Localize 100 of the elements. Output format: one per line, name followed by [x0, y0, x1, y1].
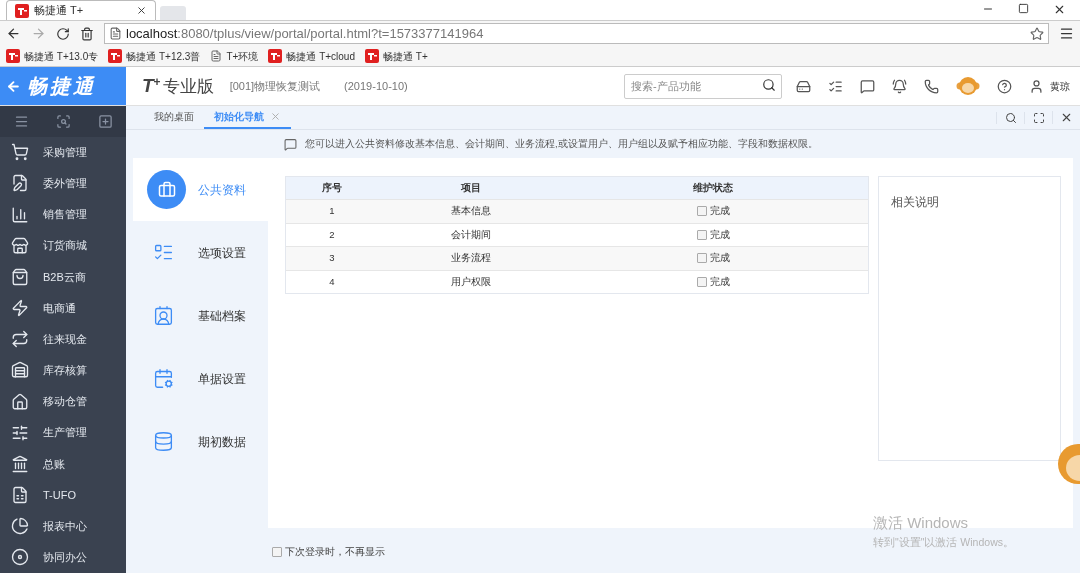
- sidebar-item[interactable]: B2B云商: [0, 261, 126, 293]
- sidebar-item[interactable]: 电商通: [0, 292, 126, 324]
- search-field[interactable]: 搜索-产品功能: [624, 73, 782, 99]
- table-cell-text: 1: [328, 204, 336, 219]
- module-icon: [11, 236, 29, 255]
- trash-icon[interactable]: [80, 26, 94, 41]
- nav-icon: [153, 431, 174, 452]
- message-icon[interactable]: [860, 78, 875, 94]
- account-name: [001]物理恢复测试: [229, 78, 321, 94]
- bookmark[interactable]: 畅捷通 T+13.0专: [6, 48, 99, 64]
- bell-icon[interactable]: [892, 78, 907, 94]
- fullscreen-icon[interactable]: [1032, 111, 1045, 124]
- table-cell-text: 4: [328, 274, 336, 289]
- reload-icon[interactable]: [56, 26, 70, 41]
- phone-icon[interactable]: [924, 78, 939, 94]
- module-icon: [11, 299, 29, 318]
- nav-icon: [153, 305, 174, 326]
- bookmark[interactable]: 畅捷通 T+: [365, 48, 428, 64]
- module-icon: [11, 330, 29, 349]
- help-title: 相关说明: [891, 195, 939, 209]
- add-icon[interactable]: [97, 113, 113, 129]
- checkbox[interactable]: [696, 276, 707, 287]
- back-icon[interactable]: [6, 26, 21, 41]
- nav-item[interactable]: 基础档案: [133, 284, 268, 347]
- url-text: localhost:8080/tplus/view/portal/portal.html?t=1573377141964: [126, 24, 484, 43]
- table-cell-text: 会计期间: [449, 227, 492, 242]
- sidebar-item[interactable]: 总账: [0, 448, 126, 480]
- bookmark[interactable]: 畅捷通 T+cloud: [268, 48, 355, 64]
- maximize-icon[interactable]: [1018, 3, 1029, 14]
- checkbox[interactable]: [696, 229, 707, 240]
- user-icon[interactable]: [1029, 78, 1044, 94]
- checkbox[interactable]: [696, 253, 707, 264]
- sidebar-item[interactable]: T-UFO: [0, 479, 126, 511]
- checklist-icon[interactable]: [828, 78, 843, 94]
- nav-item[interactable]: 期初数据: [133, 410, 268, 473]
- nav-icon: [153, 368, 174, 389]
- module-icon: [11, 205, 29, 224]
- user-name[interactable]: 黄琼: [1050, 78, 1070, 94]
- table-cell-text: 基本信息: [449, 204, 492, 219]
- app-logo-icon: [108, 49, 123, 63]
- sidebar-item[interactable]: 销售管理: [0, 198, 126, 231]
- bookmark[interactable]: T+环境: [210, 48, 259, 64]
- sidebar-item[interactable]: 往来现金: [0, 323, 126, 355]
- sidebar-item[interactable]: 订货商城: [0, 230, 126, 262]
- sidebar-item[interactable]: 委外管理: [0, 167, 126, 199]
- sidebar-item[interactable]: 生产管理: [0, 417, 126, 449]
- sidebar-item[interactable]: 协同办公: [0, 541, 126, 573]
- bookmark[interactable]: 畅捷通 T+12.3普: [108, 48, 201, 64]
- app-logo-icon: [268, 49, 283, 63]
- checkbox[interactable]: [272, 547, 282, 558]
- table-cell-text: 业务流程: [449, 251, 492, 266]
- app-logo-icon: [365, 49, 379, 63]
- briefcase-icon: [147, 170, 186, 209]
- table-cell-text: 用户权限: [449, 274, 492, 289]
- browser-tab[interactable]: 畅捷通 T+: [6, 0, 156, 20]
- app-logo-icon: [6, 49, 20, 63]
- nav-item[interactable]: 选项设置: [133, 221, 268, 284]
- page-tab[interactable]: 我的桌面: [144, 106, 204, 129]
- nav-item[interactable]: 公共资料: [133, 158, 268, 221]
- module-icon: [11, 423, 29, 442]
- status-label: 完成: [709, 227, 730, 242]
- product-logo: T$^{+}$专业版: [142, 73, 214, 98]
- table-cell-text: 3: [328, 251, 336, 266]
- column-header: 维护状态: [692, 180, 734, 195]
- module-icon: [11, 174, 29, 193]
- dont-show-label: 下次登录时，不再显示: [285, 545, 385, 559]
- page-icon: [210, 50, 223, 62]
- activation-subtitle: 转到"设置"以激活 Windows。: [873, 534, 1014, 550]
- module-icon: [11, 267, 29, 286]
- address-field[interactable]: localhost:8080/tplus/view/portal/portal.html?t=1573377141964: [104, 23, 1049, 44]
- close-tab-icon[interactable]: [136, 5, 147, 16]
- module-icon: [11, 361, 29, 380]
- page-icon: [109, 27, 122, 40]
- table-cell-text: 2: [328, 227, 336, 242]
- menu-icon[interactable]: [1059, 26, 1074, 41]
- help-icon[interactable]: [997, 78, 1012, 94]
- bookmark-star-icon[interactable]: [1030, 26, 1044, 41]
- search-icon[interactable]: [1004, 111, 1017, 124]
- checkbox[interactable]: [696, 206, 707, 217]
- sidebar-item[interactable]: 库存核算: [0, 354, 126, 386]
- close-icon[interactable]: [1060, 111, 1073, 124]
- module-icon: [11, 548, 29, 567]
- app-logo-icon: [15, 3, 29, 18]
- module-icon: [11, 392, 29, 411]
- account-date: (2019-10-10): [344, 78, 408, 94]
- notice-text: 您可以进入公共资料修改基本信息、会计期间、业务流程,或设置用户、用户组以及赋予相应功能、字段和数据权限。: [305, 136, 818, 151]
- close-icon[interactable]: [1053, 3, 1066, 16]
- status-label: 完成: [709, 274, 730, 289]
- module-icon: [11, 454, 29, 473]
- status-label: 完成: [709, 251, 730, 266]
- sidebar-item[interactable]: 采购管理: [0, 136, 126, 168]
- sidebar-item[interactable]: 报表中心: [0, 510, 126, 542]
- search-icon[interactable]: [762, 78, 776, 93]
- nav-item[interactable]: 单据设置: [133, 347, 268, 410]
- sidebar-item[interactable]: 移动仓管: [0, 385, 126, 418]
- column-header: 序号: [321, 180, 343, 195]
- status-label: 完成: [709, 204, 730, 219]
- module-icon: [11, 486, 29, 505]
- column-header: 项目: [459, 180, 482, 195]
- module-icon: [11, 517, 29, 536]
